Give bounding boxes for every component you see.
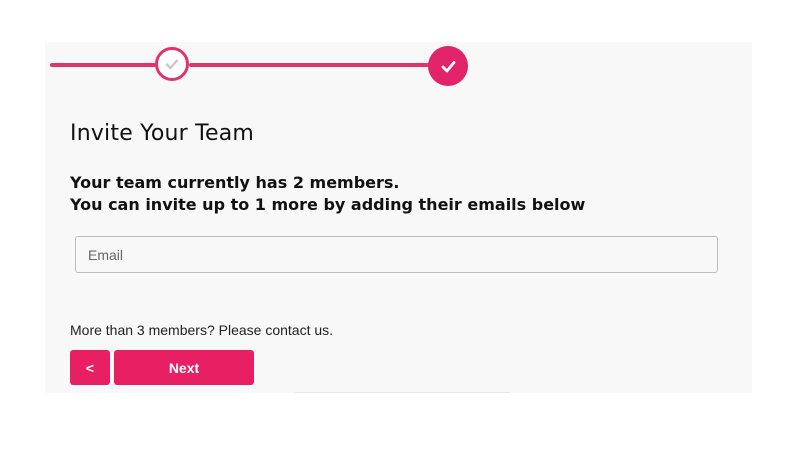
check-icon: [165, 58, 179, 70]
back-button[interactable]: <: [70, 350, 110, 385]
divider: [295, 392, 510, 393]
next-button[interactable]: Next: [114, 350, 254, 385]
stepper-line-middle: [189, 63, 432, 67]
invite-limit-text: You can invite up to 1 more by adding th…: [70, 195, 586, 214]
step-1-indicator: [155, 47, 189, 81]
invite-team-panel: [45, 42, 752, 393]
step-2-indicator: [428, 46, 468, 86]
stepper-line-left: [50, 63, 156, 67]
check-icon: [441, 60, 456, 73]
contact-note: More than 3 members? Please contact us.: [70, 322, 334, 338]
email-field[interactable]: [75, 236, 718, 273]
page-title: Invite Your Team: [70, 121, 255, 146]
team-count-text: Your team currently has 2 members.: [70, 173, 400, 192]
